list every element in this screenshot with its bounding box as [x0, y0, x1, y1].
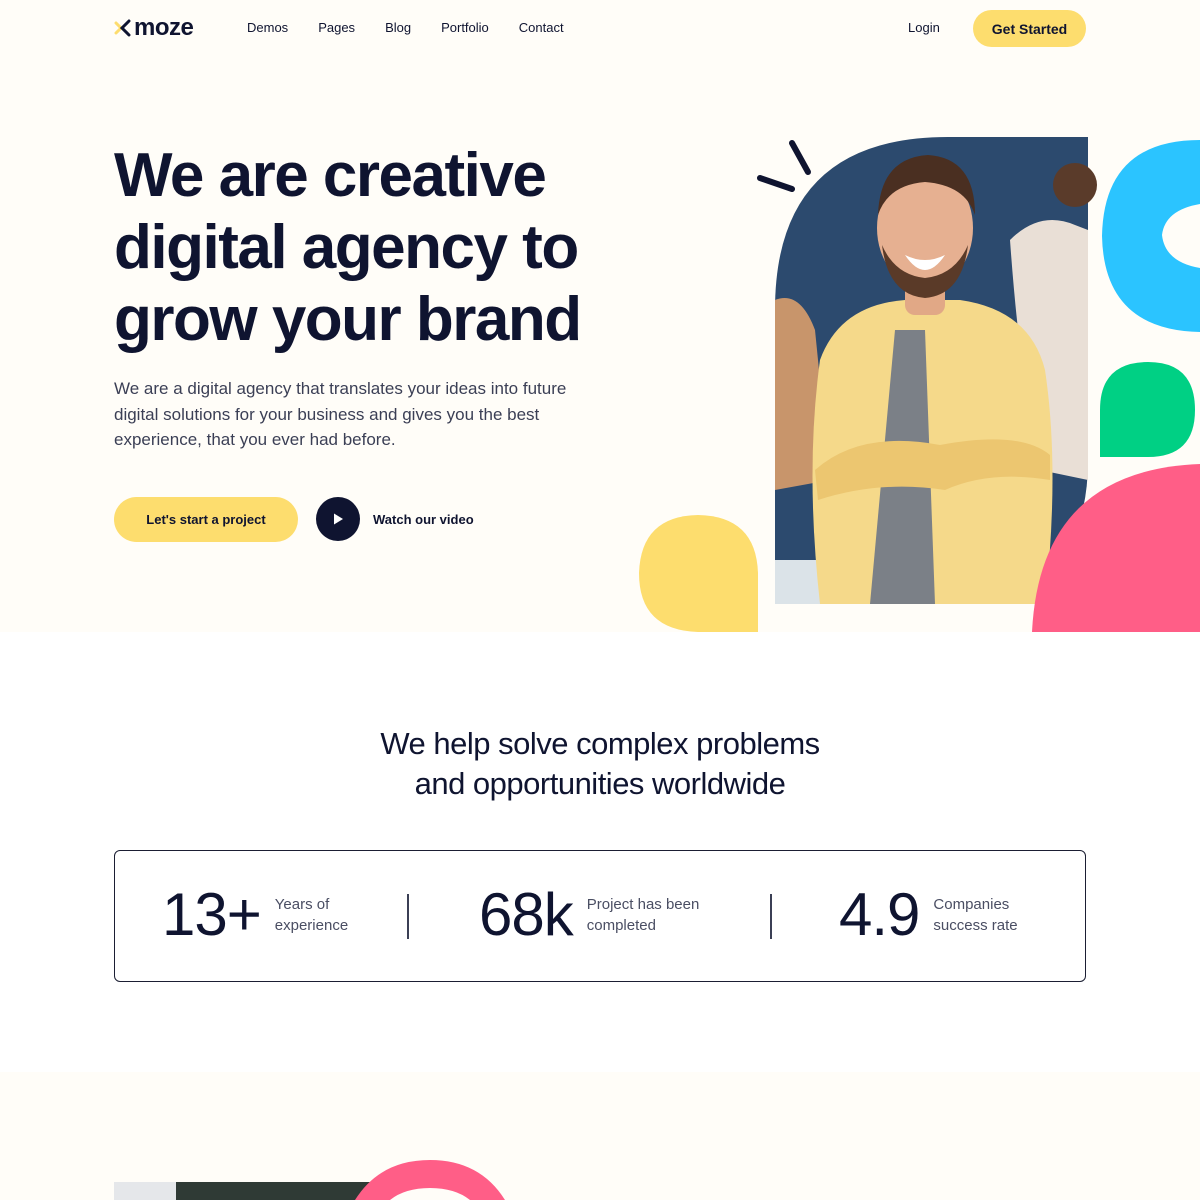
- start-project-button[interactable]: Let's start a project: [114, 497, 298, 542]
- site-header: moze Demos Pages Blog Portfolio Contact …: [0, 0, 1200, 60]
- stat-divider: [770, 894, 772, 939]
- stat-years: 13+ Years of experience: [162, 877, 365, 953]
- sparkle-strokes-icon: [757, 140, 811, 192]
- logo-text: moze: [134, 14, 194, 41]
- play-icon[interactable]: [316, 497, 360, 541]
- stat-label: Companies success rate: [933, 896, 1018, 934]
- nav-blog[interactable]: Blog: [385, 20, 411, 35]
- stats-section-title: We help solve complex problems and oppor…: [300, 724, 900, 804]
- green-drop-shape: [1100, 362, 1195, 457]
- login-link[interactable]: Login: [908, 20, 940, 35]
- hero-description: We are a digital agency that translates …: [114, 379, 567, 449]
- hero-title-line-2: digital agency to: [114, 213, 579, 282]
- watch-video-button[interactable]: Watch our video: [316, 497, 474, 541]
- stat-value: 68k: [479, 881, 574, 948]
- stat-divider: [407, 894, 409, 939]
- stat-value: 13+: [162, 881, 262, 948]
- watch-video-label: Watch our video: [373, 511, 474, 527]
- hero-illustration: [639, 137, 1200, 632]
- get-started-button[interactable]: Get Started: [973, 10, 1086, 47]
- hero-title: We are creative digital agency to grow y…: [114, 140, 654, 356]
- next-section: [0, 1072, 1200, 1200]
- nav-contact[interactable]: Contact: [519, 20, 564, 35]
- yellow-drop-shape: [639, 515, 758, 632]
- logo-mark-icon: [114, 19, 131, 37]
- hero-title-line-3: grow your brand: [114, 285, 582, 354]
- stats-card: 13+ Years of experience 68k Project has …: [114, 850, 1086, 982]
- stat-value: 4.9: [839, 881, 920, 948]
- stats-title-line-1: We help solve complex problems: [380, 726, 820, 761]
- stat-projects: 68k Project has been completed: [479, 877, 712, 953]
- main-nav: Demos Pages Blog Portfolio Contact: [247, 20, 564, 35]
- stat-label: Years of experience: [274, 896, 349, 934]
- stat-label: Project has been completed: [586, 896, 700, 934]
- stats-title-line-2: and opportunities worldwide: [414, 766, 786, 801]
- hero-title-line-1: We are creative: [114, 141, 547, 210]
- nav-portfolio[interactable]: Portfolio: [441, 20, 489, 35]
- next-section-illustration: [114, 1160, 505, 1200]
- stat-rate: 4.9 Companies success rate: [839, 877, 1033, 953]
- nav-pages[interactable]: Pages: [318, 20, 355, 35]
- logo[interactable]: moze: [114, 14, 194, 42]
- nav-demos[interactable]: Demos: [247, 20, 288, 35]
- portrait-photo: [775, 137, 1097, 604]
- blue-ring-shape: [1102, 140, 1200, 332]
